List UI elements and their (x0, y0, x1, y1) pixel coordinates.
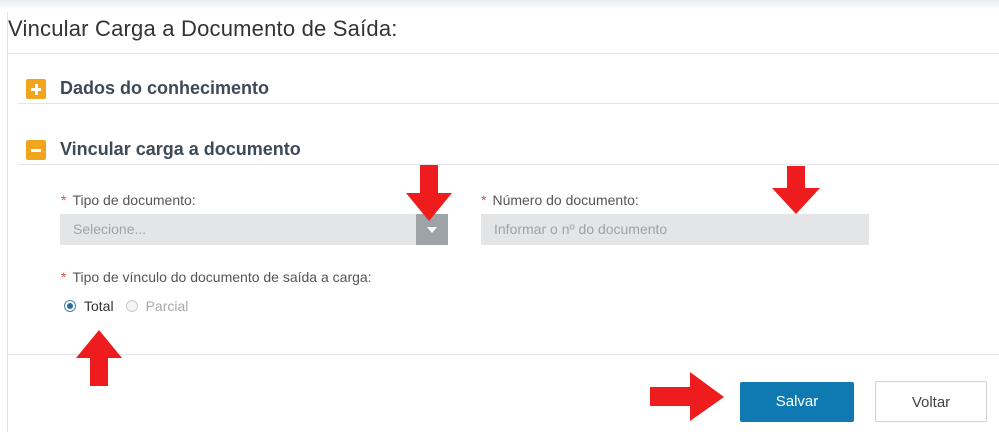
section-vincular-carga[interactable]: Vincular carga a documento (26, 139, 301, 160)
top-shadow (0, 0, 999, 10)
numero-documento-input[interactable]: Informar o nº do documento (481, 214, 869, 245)
select-value: Selecione... (73, 221, 147, 237)
label-text: Tipo de documento: (72, 192, 196, 208)
back-button[interactable]: Voltar (875, 381, 987, 422)
tipo-vinculo-label: * Tipo de vínculo do documento de saída a… (61, 269, 372, 285)
right-arrow-icon (650, 372, 724, 421)
required-mark: * (481, 192, 487, 208)
page-title: Vincular Carga a Documento de Saída: (8, 16, 398, 41)
radio-parcial-label[interactable]: Parcial (146, 298, 189, 314)
section-title: Vincular carga a documento (60, 139, 301, 159)
plus-icon[interactable] (26, 78, 46, 99)
up-arrow-icon (76, 330, 122, 386)
section-divider (18, 103, 999, 104)
save-button[interactable]: Salvar (740, 382, 854, 422)
section-dados-conhecimento[interactable]: Dados do conhecimento (26, 78, 269, 99)
tipo-vinculo-radio-group: Total Parcial (64, 298, 188, 314)
radio-total-label[interactable]: Total (84, 298, 114, 314)
label-text: Tipo de vínculo do documento de saída a … (72, 269, 372, 285)
form-footer-divider (8, 354, 999, 355)
minus-icon[interactable] (26, 139, 46, 160)
input-placeholder: Informar o nº do documento (494, 221, 668, 237)
chevron-down-icon (427, 227, 437, 233)
down-arrow-icon (406, 165, 452, 221)
down-arrow-icon (772, 166, 820, 214)
label-text: Número do documento: (492, 192, 639, 208)
tipo-documento-label: * Tipo de documento: (61, 192, 196, 208)
required-mark: * (61, 192, 67, 208)
tipo-documento-select[interactable]: Selecione... (60, 214, 448, 245)
numero-documento-label: * Número do documento: (481, 192, 639, 208)
section-title: Dados do conhecimento (60, 78, 270, 98)
radio-parcial[interactable] (125, 300, 138, 312)
radio-total[interactable] (64, 300, 76, 312)
required-mark: * (61, 269, 67, 285)
title-divider (8, 53, 999, 54)
section-divider (18, 164, 999, 165)
